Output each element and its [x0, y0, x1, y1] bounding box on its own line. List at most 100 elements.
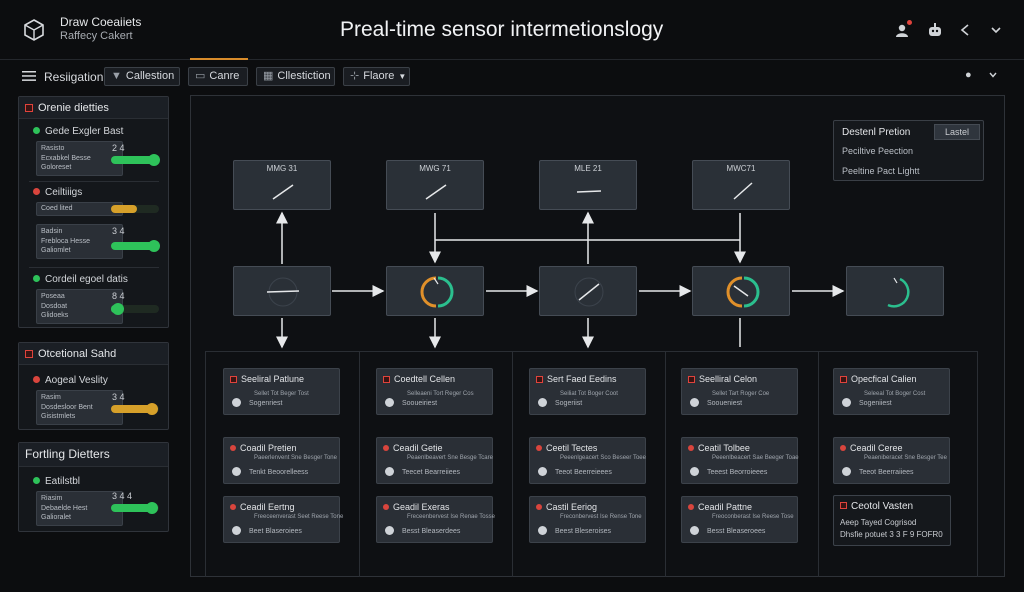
mini-card-line: Frebloca Hesse — [41, 238, 91, 245]
toolbar-button-cllestiction[interactable]: ▦ Cllestiction — [256, 67, 335, 86]
mini-card-line: Glidoeks — [41, 312, 69, 319]
level-slider[interactable] — [111, 502, 159, 514]
chevron-down-icon[interactable] — [988, 70, 998, 80]
section-column — [512, 351, 513, 577]
card-subtitle: Sooueniest — [707, 400, 743, 407]
status-card[interactable]: Seelliral Celon Sellet Tart Roger Coe So… — [681, 368, 798, 415]
toolbar-button-label: Cllestiction — [277, 70, 331, 82]
summary-title: Ceotol Vasten — [851, 501, 914, 512]
sensor-value: 3 4 — [112, 392, 125, 402]
status-dot-icon — [840, 445, 846, 451]
status-dot-icon — [688, 445, 694, 451]
card-subtitle: Teeot Beerreieees — [555, 469, 612, 476]
card-detail: Sellet Tart Roger Coe — [712, 391, 770, 397]
share-icon[interactable] — [957, 22, 973, 38]
card-detail: Freceenbervest Ise Renae Tosse — [407, 514, 495, 520]
section-divider — [205, 351, 977, 352]
card-detail: Freeceenverast Seet Reese Tone — [254, 514, 344, 520]
alert-square-icon — [25, 104, 33, 112]
summary-line: Aeep Tayed Cogrisod — [840, 518, 917, 527]
sensor-mini-card[interactable]: Riasim Debaelde Hest Galioralet — [36, 491, 123, 526]
sensor-mini-card[interactable]: Badsin Frebloca Hesse Galiomlet — [36, 224, 123, 259]
dial-gauge-icon — [887, 277, 910, 308]
level-slider[interactable] — [111, 403, 159, 415]
slider-knob[interactable] — [145, 502, 158, 514]
card-detail: Seiliat Tot Boger Coot — [560, 391, 618, 397]
slider-knob[interactable] — [148, 154, 161, 166]
level-slider[interactable] — [111, 154, 161, 166]
summary-card[interactable]: Ceotol Vasten Aeep Tayed Cogrisod Dhsfie… — [833, 495, 951, 546]
processor-node[interactable] — [233, 266, 331, 316]
mini-card-title: Rasisto — [41, 145, 65, 152]
mini-card-line: Galioralet — [41, 514, 71, 521]
menu-icon[interactable] — [22, 70, 36, 82]
card-detail: Peaeniberacet Sne Besger Tee — [864, 455, 947, 461]
bulb-icon[interactable]: ● — [965, 69, 972, 81]
gauge-needle-icon — [425, 184, 447, 200]
grid-icon: ▦ — [263, 70, 274, 82]
card-title: Seelliral Celon — [699, 374, 758, 384]
status-card[interactable]: Ceatil Tolbee Peeenlbeacert Sae Beeger T… — [681, 437, 799, 484]
sensor-node-top[interactable]: MMG 31 — [233, 160, 331, 210]
status-card[interactable]: Sert Faed Eedins Seiliat Tot Boger Coot … — [529, 368, 646, 415]
cube-logo-icon — [24, 19, 44, 41]
alert-square-icon — [25, 350, 33, 358]
status-card[interactable]: Castil Eeriog Freconbervest Ise Rense To… — [529, 496, 646, 543]
status-card[interactable]: Geadil Exeras Freceenbervest Ise Renae T… — [376, 496, 495, 543]
level-fill — [111, 205, 138, 213]
section-title: Cordeil egoel datis — [33, 274, 128, 285]
level-slider[interactable] — [111, 205, 159, 213]
sensor-value: 3 4 — [112, 226, 125, 236]
legend-item: Peeltine Pact Lightt — [842, 166, 920, 176]
processor-node[interactable] — [539, 266, 637, 316]
slider-knob[interactable] — [145, 403, 158, 415]
mini-card-line: Goloreset — [41, 164, 72, 171]
status-card[interactable]: Ceadil Ceree Peaeniberacet Sne Besger Te… — [833, 437, 950, 484]
sensor-node-top[interactable]: MWG 71 — [386, 160, 484, 210]
status-card[interactable]: Opecfical Calien Seleeal Tot Boger Cost … — [833, 368, 950, 415]
status-dot-icon — [536, 504, 542, 510]
sensor-node-top[interactable]: MWC71 — [692, 160, 790, 210]
sensor-icon — [690, 467, 699, 476]
legend-button[interactable]: Lastel — [934, 124, 980, 140]
card-title: Opecfical Calien — [851, 374, 917, 384]
level-slider[interactable] — [111, 240, 161, 252]
status-card[interactable]: Ceadil Eertng Freeceenverast Seet Reese … — [223, 496, 344, 543]
mini-card-title: Poseaa — [41, 293, 65, 300]
card-title: Castil Eeriog — [546, 502, 598, 512]
sensor-mini-card[interactable]: Rasim Dosdesloor Bent Gisistmlets — [36, 390, 123, 425]
robot-icon[interactable] — [927, 22, 943, 38]
processor-node[interactable] — [692, 266, 790, 316]
status-card[interactable]: Ceadil Getie Peaenlbeavert Sne Besge Tca… — [376, 437, 493, 484]
toolbar-button-label: Flaore — [363, 70, 395, 82]
chevron-down-icon[interactable] — [988, 22, 1004, 38]
legend-item: Peciltive Peection — [842, 146, 914, 156]
sensor-mini-card[interactable]: Rasisto Ecxabkel Besse Goloreset — [36, 141, 123, 176]
processor-node[interactable] — [846, 266, 944, 316]
level-slider[interactable] — [111, 303, 159, 315]
active-tab-indicator — [190, 58, 248, 60]
status-card[interactable]: Seeliral Patlune Sellet Tot Beger Tost S… — [223, 368, 340, 415]
slider-knob[interactable] — [148, 240, 161, 252]
status-card[interactable]: Ceadil Pattne Freoconberast Ise Reese To… — [681, 496, 798, 543]
status-card[interactable]: Coedtell Cellen Selleaeni Tort Reger Cos… — [376, 368, 493, 415]
toolbar-dropdown-flaore[interactable]: ⊹ Flaore ▼ — [343, 67, 410, 86]
toolbar-button-canre[interactable]: ▭ Canre — [188, 67, 248, 86]
card-title: Ceadil Eertng — [240, 502, 295, 512]
sensor-mini-card[interactable]: Coed lited — [36, 202, 123, 216]
mini-card-line: Dosdesloor Bent — [41, 404, 93, 411]
mini-card-line: Gisistmlets — [41, 413, 76, 420]
status-card[interactable]: Ceetil Tectes Peeenlgeacert Sco Beseer T… — [529, 437, 646, 484]
toolbar-button-collection[interactable]: ▼ Callestion — [104, 67, 180, 86]
navigation-label[interactable]: Resiigation — [44, 70, 103, 84]
processor-node[interactable] — [386, 266, 484, 316]
sensor-node-top[interactable]: MLE 21 — [539, 160, 637, 210]
sensor-icon — [232, 398, 241, 407]
sensor-mini-card[interactable]: Poseaa Dosdoat Glidoeks — [36, 289, 123, 324]
card-subtitle: Besst Bleaserdees — [402, 528, 461, 535]
folder-icon: ▭ — [195, 70, 206, 82]
status-dot-icon — [536, 445, 542, 451]
card-detail: Peeenlgeacert Sco Beseer Toee — [560, 455, 646, 461]
node-label: MMG 31 — [266, 164, 298, 173]
status-card[interactable]: Coadil Pretien Paeerlenvent Sne Besger T… — [223, 437, 340, 484]
